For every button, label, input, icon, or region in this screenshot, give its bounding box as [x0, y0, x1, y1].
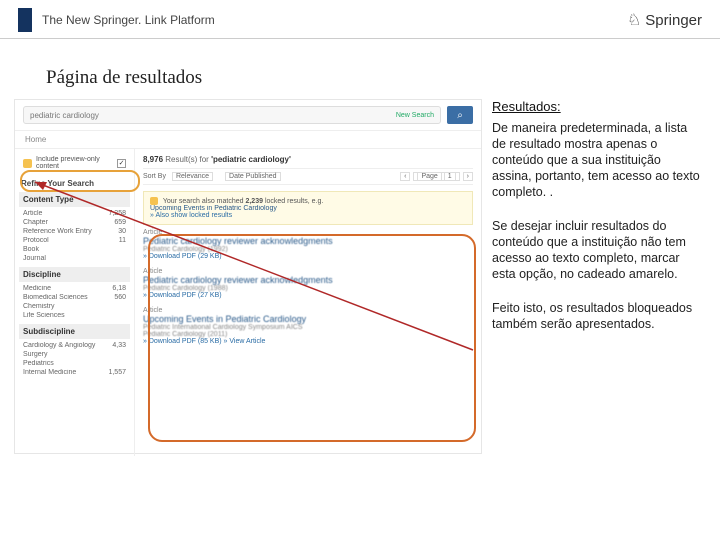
springer-logo-text: Springer	[645, 12, 702, 29]
result-meta: Pediatric International Cardiology Sympo…	[143, 324, 473, 331]
show-locked-link[interactable]: » Also show locked results	[150, 212, 232, 219]
facet-row[interactable]: Life Sciences	[21, 311, 128, 320]
page-next[interactable]: ›	[463, 172, 473, 181]
facet-row[interactable]: Article7,258	[21, 209, 128, 218]
explanation-p2: Se desejar incluir resultados do conteúd…	[492, 218, 702, 282]
result-title-link[interactable]: Pediatric cardiology reviewer acknowledg…	[143, 236, 473, 246]
results-count: 8,976	[143, 155, 163, 164]
facet-row[interactable]: Surgery	[21, 350, 128, 359]
header: The New Springer. Link Platform ♘ Spring…	[0, 0, 720, 39]
explanation-p1: De maneira predeterminada, a lista de re…	[492, 120, 702, 200]
header-accent-bar	[18, 8, 32, 32]
page-label: Page 1	[413, 172, 459, 181]
result-download-link[interactable]: » Download PDF (29 KB)	[143, 253, 473, 260]
search-icon: ⌕	[457, 110, 463, 121]
explanation-heading: Resultados:	[492, 99, 702, 116]
page-title: Página de resultados	[46, 67, 720, 89]
breadcrumb-home[interactable]: Home	[15, 131, 481, 149]
springer-horse-icon: ♘	[627, 10, 641, 30]
springer-logo: ♘ Springer	[627, 10, 702, 30]
search-result: ArticleUpcoming Events in Pediatric Card…	[143, 307, 473, 345]
facet-row[interactable]: Reference Work Entry30	[21, 227, 128, 236]
date-published-button[interactable]: Date Published	[225, 172, 280, 181]
sort-label: Sort By	[143, 173, 166, 180]
results-main: 8,976 Result(s) for 'pediatric cardiolog…	[135, 149, 481, 456]
result-type: Article	[143, 229, 473, 236]
sort-row: Sort By Relevance Date Published ‹ Page …	[143, 168, 473, 185]
facet-row[interactable]: Protocol11	[21, 236, 128, 245]
facet-content-type-head: Content Type	[19, 192, 130, 207]
locked-count: 2,239	[245, 198, 263, 205]
locked-example-link[interactable]: Upcoming Events in Pediatric Cardiology	[150, 205, 277, 212]
result-type: Article	[143, 268, 473, 275]
result-meta: Pediatric Cardiology (2011)	[143, 331, 473, 338]
facet-row[interactable]: Journal	[21, 254, 128, 263]
result-type: Article	[143, 307, 473, 314]
results-stats: 8,976 Result(s) for 'pediatric cardiolog…	[143, 155, 473, 164]
facet-row[interactable]: Chapter659	[21, 218, 128, 227]
explanation-panel: Resultados: De maneira predeterminada, a…	[492, 99, 706, 454]
lock-icon	[150, 197, 158, 205]
facet-row[interactable]: Medicine6,18	[21, 284, 128, 293]
lock-icon	[23, 159, 32, 168]
facet-row[interactable]: Internal Medicine1,557	[21, 368, 128, 377]
search-input-value: pediatric cardiology	[30, 111, 99, 120]
refine-title: Refine Your Search	[21, 179, 128, 188]
result-meta: Pediatric Cardiology (1992)	[143, 246, 473, 253]
facet-row[interactable]: Biomedical Sciences560	[21, 293, 128, 302]
search-bar: pediatric cardiology New Search ⌕	[15, 100, 481, 131]
sort-select[interactable]: Relevance	[172, 172, 213, 181]
result-download-link[interactable]: » Download PDF (85 KB) » View Article	[143, 338, 473, 345]
springerlink-screenshot: pediatric cardiology New Search ⌕ Home I…	[14, 99, 482, 454]
facet-discipline-head: Discipline	[19, 267, 130, 282]
search-result: ArticlePediatric cardiology reviewer ack…	[143, 229, 473, 260]
result-title-link[interactable]: Pediatric cardiology reviewer acknowledg…	[143, 275, 473, 285]
facet-subdiscipline-head: Subdiscipline	[19, 324, 130, 339]
sidebar: Include preview-only content ✓ Refine Yo…	[15, 149, 135, 456]
search-button[interactable]: ⌕	[447, 106, 473, 124]
search-input[interactable]: pediatric cardiology New Search	[23, 106, 441, 124]
new-search-badge[interactable]: New Search	[396, 112, 434, 119]
search-result: ArticlePediatric cardiology reviewer ack…	[143, 268, 473, 299]
result-meta: Pediatric Cardiology (1988)	[143, 285, 473, 292]
preview-only-checkbox[interactable]: ✓	[117, 159, 126, 168]
facet-row[interactable]: Chemistry	[21, 302, 128, 311]
result-download-link[interactable]: » Download PDF (27 KB)	[143, 292, 473, 299]
page-prev[interactable]: ‹	[400, 172, 410, 181]
result-title-link[interactable]: Upcoming Events in Pediatric Cardiology	[143, 314, 473, 324]
pagination: ‹ Page 1 ›	[400, 172, 473, 181]
header-title: The New Springer. Link Platform	[42, 13, 215, 27]
results-query: 'pediatric cardiology'	[211, 155, 291, 164]
content-row: pediatric cardiology New Search ⌕ Home I…	[0, 99, 720, 454]
locked-results-notice: Your search also matched 2,239 locked re…	[143, 191, 473, 225]
preview-only-label: Include preview-only content	[36, 156, 113, 170]
facet-row[interactable]: Cardiology & Angiology4,33	[21, 341, 128, 350]
explanation-p3: Feito isto, os resultados bloqueados tam…	[492, 300, 702, 332]
preview-only-toggle[interactable]: Include preview-only content ✓	[21, 153, 128, 173]
facet-row[interactable]: Book	[21, 245, 128, 254]
facet-row[interactable]: Pediatrics	[21, 359, 128, 368]
